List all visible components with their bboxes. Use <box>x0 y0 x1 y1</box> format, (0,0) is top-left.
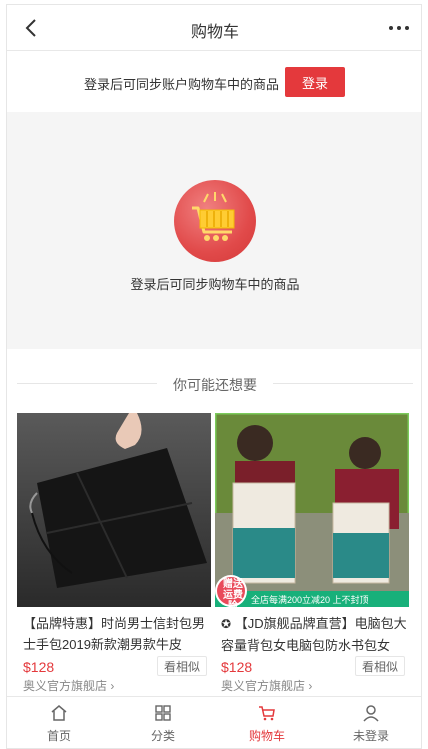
chevron-right-icon: › <box>110 679 115 693</box>
product-image <box>17 413 211 607</box>
page-title: 购物车 <box>190 24 239 41</box>
login-button[interactable]: 登录 <box>285 67 345 97</box>
tab-home[interactable]: 首页 <box>7 697 111 748</box>
product-card[interactable]: 【品牌特惠】时尚男士信封包男士手包2019新款潮男款牛皮 $128 看相似 奥义… <box>17 413 211 696</box>
recommend-header: 你可能还想要 <box>7 367 421 397</box>
chevron-right-icon: › <box>308 679 313 693</box>
header: 购物车 <box>7 5 421 51</box>
product-price: $128 <box>23 659 55 675</box>
page-frame: 购物车 登录后可同步账户购物车中的商品 登录 登录后可同步购物车中的商品 你可能… <box>6 4 422 749</box>
shop-name: 奥义官方旗舰店 <box>23 679 108 693</box>
find-similar-button[interactable]: 看相似 <box>157 656 207 676</box>
more-dots-icon <box>389 26 409 30</box>
cart-icon <box>259 706 275 721</box>
bottom-tab-bar: 首页 分类 购物车 未登录 <box>7 696 421 748</box>
user-icon <box>363 705 379 722</box>
category-icon <box>155 705 171 721</box>
promo-banner: 全店每满200立减20 上不封顶 <box>251 595 369 605</box>
login-prompt-text: 登录后可同步账户购物车中的商品 <box>84 77 280 92</box>
empty-cart-illustration <box>174 180 256 262</box>
divider <box>273 383 413 384</box>
empty-cart-text: 登录后可同步购物车中的商品 <box>130 277 300 292</box>
product-name-text: 【JD旗舰品牌直营】电脑包大容量背包女电脑包防水书包女 <box>221 616 407 653</box>
tab-label: 首页 <box>46 729 71 743</box>
shop-link[interactable]: 奥义官方旗舰店 › <box>221 677 312 694</box>
product-image: 赠送运费险 全店每满200立减20 上不封顶 <box>215 413 409 607</box>
tab-label: 未登录 <box>352 729 389 743</box>
home-icon <box>51 705 67 721</box>
product-card[interactable]: 赠送运费险 全店每满200立减20 上不封顶 ✪ 【JD旗舰品牌直营】电脑包大容… <box>215 413 409 696</box>
jd-logo-icon: ✪ <box>221 617 232 631</box>
tab-category[interactable]: 分类 <box>111 697 215 748</box>
product-name: 【品牌特惠】时尚男士信封包男士手包2019新款潮男款牛皮 <box>23 616 206 652</box>
shop-link[interactable]: 奥义官方旗舰店 › <box>23 677 114 694</box>
tab-label: 分类 <box>150 729 175 743</box>
empty-cart-area: 登录后可同步购物车中的商品 <box>7 112 421 349</box>
product-price: $128 <box>221 659 253 675</box>
tab-label: 购物车 <box>248 729 285 743</box>
login-bar: 登录后可同步账户购物车中的商品 登录 <box>7 52 421 112</box>
more-button[interactable] <box>385 17 413 39</box>
find-similar-button[interactable]: 看相似 <box>355 656 405 676</box>
tab-account[interactable]: 未登录 <box>319 697 421 748</box>
promo-badge: 赠送运费险 <box>223 579 243 607</box>
shop-name: 奥义官方旗舰店 <box>221 679 306 693</box>
product-name: ✪ 【JD旗舰品牌直营】电脑包大容量背包女电脑包防水书包女 <box>221 613 407 655</box>
recommend-title: 你可能还想要 <box>173 377 257 393</box>
shopping-cart-icon <box>192 192 235 241</box>
tab-cart[interactable]: 购物车 <box>215 697 319 748</box>
